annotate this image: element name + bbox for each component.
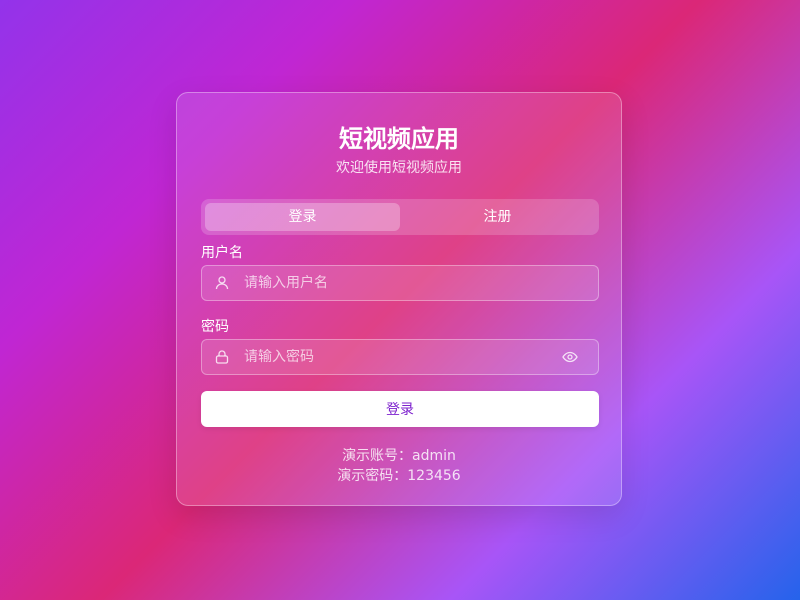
demo-password: 演示密码：123456 — [337, 468, 461, 484]
username-field — [201, 265, 599, 301]
lock-icon — [214, 349, 230, 365]
app-title: 短视频应用 — [339, 125, 459, 153]
app-subtitle: 欢迎使用短视频应用 — [336, 160, 462, 176]
tab-login[interactable]: 登录 — [205, 203, 400, 231]
demo-account: 演示账号：admin — [342, 448, 456, 464]
password-input[interactable] — [244, 349, 562, 365]
password-field — [201, 339, 599, 375]
login-card: 短视频应用 欢迎使用短视频应用 登录 注册 用户名 密码 — [176, 92, 622, 506]
auth-tabs: 登录 注册 — [201, 199, 599, 235]
username-input[interactable] — [244, 275, 598, 291]
login-button[interactable]: 登录 — [201, 391, 599, 427]
eye-icon[interactable] — [562, 349, 578, 365]
username-label: 用户名 — [201, 245, 243, 261]
user-icon — [214, 275, 230, 291]
password-label: 密码 — [201, 319, 229, 335]
tab-register[interactable]: 注册 — [400, 203, 595, 231]
